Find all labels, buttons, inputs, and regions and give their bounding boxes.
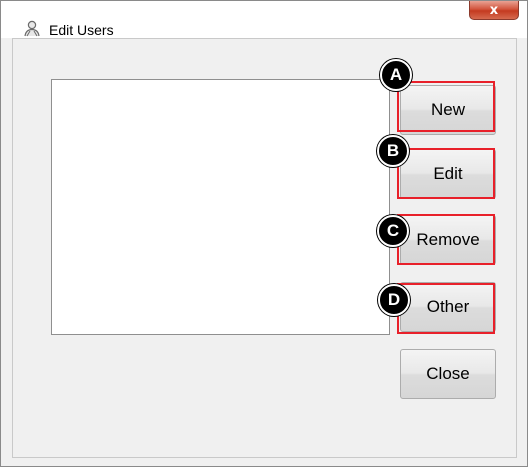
title-bar[interactable]: Edit Users x [1,1,527,38]
user-icon [24,20,40,37]
callout-badge-d: D [378,284,410,316]
callout-highlight-remove [397,214,495,265]
edit-users-dialog: Edit Users x New Edit Remove Other Close… [0,0,528,467]
callout-highlight-edit [397,148,495,199]
callout-highlight-new [397,81,495,132]
callout-badge-c: C [377,215,409,247]
callout-badge-b: B [377,135,409,167]
users-list[interactable] [51,79,390,335]
close-button[interactable]: Close [400,349,496,399]
window-title: Edit Users [49,22,114,38]
callout-badge-a: A [380,59,412,91]
callout-highlight-other [397,283,495,334]
window-close-button[interactable]: x [469,1,519,20]
close-icon: x [489,2,499,18]
